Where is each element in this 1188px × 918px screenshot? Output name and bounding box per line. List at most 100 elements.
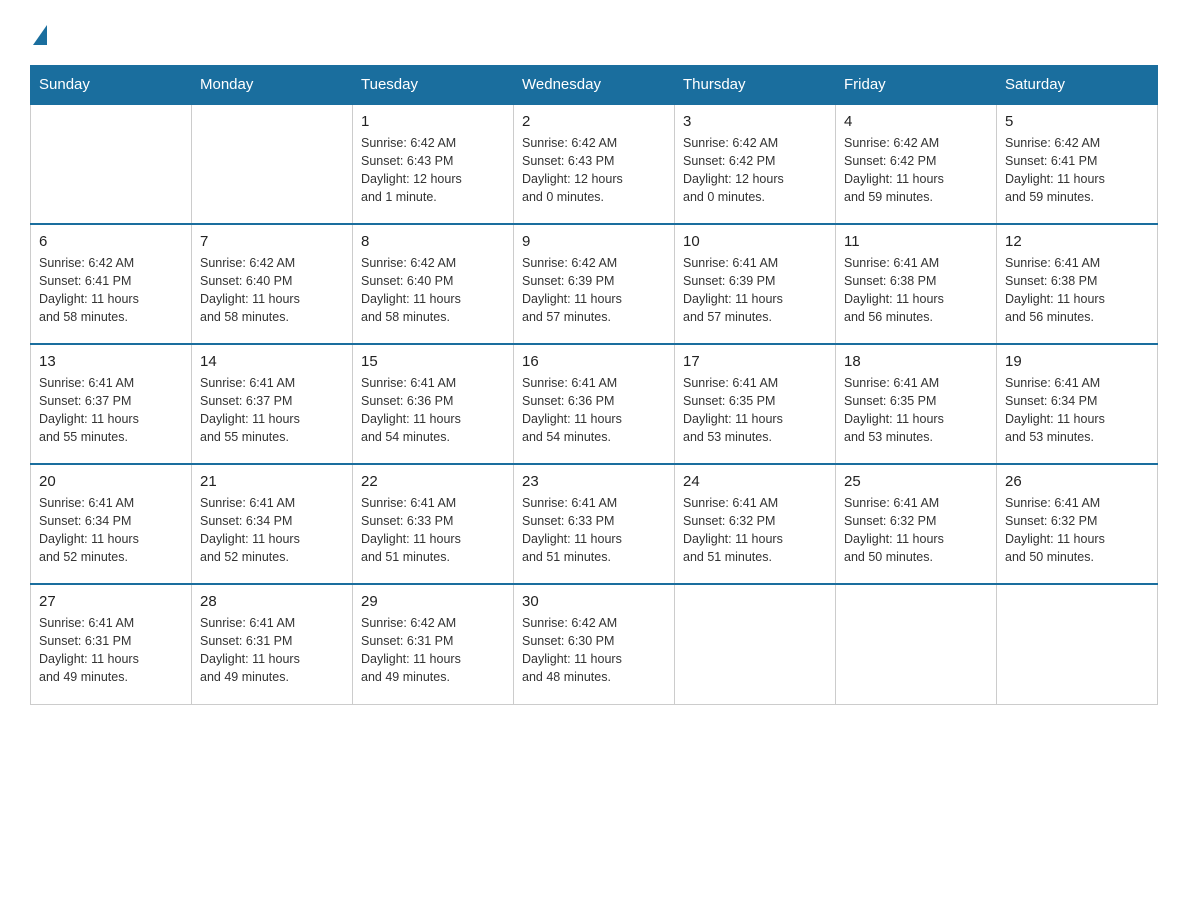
- day-number: 1: [361, 113, 505, 130]
- day-number: 17: [683, 353, 827, 370]
- calendar-cell: 25Sunrise: 6:41 AM Sunset: 6:32 PM Dayli…: [836, 464, 997, 584]
- day-info: Sunrise: 6:42 AM Sunset: 6:40 PM Dayligh…: [200, 254, 344, 327]
- calendar-week-row: 20 Sunrise: 6:41 AM Sunset: 6:34 PM Dayli…: [31, 464, 1158, 584]
- day-info: Sunrise: 6:41 AM Sunset: 6:34 PM Dayligh…: [39, 494, 183, 567]
- day-of-week-header: Saturday: [997, 66, 1158, 105]
- day-info: Sunrise: 6:41 AM Sunset: 6:35 PM Dayligh…: [844, 374, 988, 447]
- calendar-cell: 26 Sunrise: 6:41 AM Sunset: 6:32 PM Dayli…: [997, 464, 1158, 584]
- calendar-cell: 2 Sunrise: 6:42 AM Sunset: 6:43 PM Daylig…: [514, 104, 675, 224]
- calendar-cell: 1 Sunrise: 6:42 AM Sunset: 6:43 PM Daylig…: [353, 104, 514, 224]
- logo: [30, 20, 47, 45]
- day-number: 25: [844, 473, 988, 490]
- day-number: 29: [361, 593, 505, 610]
- page-header: [30, 20, 1158, 45]
- calendar-cell: 27 Sunrise: 6:41 AM Sunset: 6:31 PM Dayli…: [31, 584, 192, 704]
- day-info: Sunrise: 6:42 AM Sunset: 6:43 PM Dayligh…: [522, 134, 666, 207]
- calendar-cell: 11 Sunrise: 6:41 AM Sunset: 6:38 PM Dayli…: [836, 224, 997, 344]
- day-number: 23: [522, 473, 666, 490]
- day-info: Sunrise: 6:42 AM Sunset: 6:39 PM Dayligh…: [522, 254, 666, 327]
- day-number: 5: [1005, 113, 1149, 130]
- day-number: 13: [39, 353, 183, 370]
- day-info: Sunrise: 6:41 AM Sunset: 6:33 PM Dayligh…: [361, 494, 505, 567]
- calendar-cell: 7 Sunrise: 6:42 AM Sunset: 6:40 PM Daylig…: [192, 224, 353, 344]
- calendar-cell: [997, 584, 1158, 704]
- calendar-cell: 18 Sunrise: 6:41 AM Sunset: 6:35 PM Dayli…: [836, 344, 997, 464]
- day-info: Sunrise: 6:41 AM Sunset: 6:39 PM Dayligh…: [683, 254, 827, 327]
- day-number: 21: [200, 473, 344, 490]
- day-info: Sunrise: 6:42 AM Sunset: 6:41 PM Dayligh…: [1005, 134, 1149, 207]
- day-info: Sunrise: 6:42 AM Sunset: 6:40 PM Dayligh…: [361, 254, 505, 327]
- day-info: Sunrise: 6:42 AM Sunset: 6:30 PM Dayligh…: [522, 614, 666, 687]
- day-number: 22: [361, 473, 505, 490]
- calendar-cell: 21 Sunrise: 6:41 AM Sunset: 6:34 PM Dayli…: [192, 464, 353, 584]
- calendar-week-row: 1 Sunrise: 6:42 AM Sunset: 6:43 PM Daylig…: [31, 104, 1158, 224]
- calendar-cell: 23 Sunrise: 6:41 AM Sunset: 6:33 PM Dayli…: [514, 464, 675, 584]
- calendar-cell: 15 Sunrise: 6:41 AM Sunset: 6:36 PM Dayli…: [353, 344, 514, 464]
- logo-triangle-icon: [33, 25, 47, 45]
- calendar-cell: [836, 584, 997, 704]
- day-number: 10: [683, 233, 827, 250]
- day-of-week-header: Monday: [192, 66, 353, 105]
- day-number: 4: [844, 113, 988, 130]
- day-number: 11: [844, 233, 988, 250]
- day-number: 27: [39, 593, 183, 610]
- calendar-cell: 5 Sunrise: 6:42 AM Sunset: 6:41 PM Daylig…: [997, 104, 1158, 224]
- day-of-week-header: Friday: [836, 66, 997, 105]
- calendar-table: SundayMondayTuesdayWednesdayThursdayFrid…: [30, 65, 1158, 705]
- day-number: 20: [39, 473, 183, 490]
- day-number: 3: [683, 113, 827, 130]
- day-info: Sunrise: 6:41 AM Sunset: 6:38 PM Dayligh…: [844, 254, 988, 327]
- day-info: Sunrise: 6:41 AM Sunset: 6:38 PM Dayligh…: [1005, 254, 1149, 327]
- calendar-cell: 28 Sunrise: 6:41 AM Sunset: 6:31 PM Dayli…: [192, 584, 353, 704]
- calendar-cell: 22 Sunrise: 6:41 AM Sunset: 6:33 PM Dayli…: [353, 464, 514, 584]
- calendar-cell: [31, 104, 192, 224]
- calendar-cell: 13Sunrise: 6:41 AM Sunset: 6:37 PM Dayli…: [31, 344, 192, 464]
- calendar-week-row: 27 Sunrise: 6:41 AM Sunset: 6:31 PM Dayli…: [31, 584, 1158, 704]
- calendar-cell: 24Sunrise: 6:41 AM Sunset: 6:32 PM Dayli…: [675, 464, 836, 584]
- day-of-week-header: Tuesday: [353, 66, 514, 105]
- day-info: Sunrise: 6:42 AM Sunset: 6:42 PM Dayligh…: [844, 134, 988, 207]
- day-number: 26: [1005, 473, 1149, 490]
- day-info: Sunrise: 6:41 AM Sunset: 6:31 PM Dayligh…: [200, 614, 344, 687]
- day-of-week-header: Thursday: [675, 66, 836, 105]
- calendar-cell: [192, 104, 353, 224]
- day-info: Sunrise: 6:42 AM Sunset: 6:43 PM Dayligh…: [361, 134, 505, 207]
- calendar-cell: 19Sunrise: 6:41 AM Sunset: 6:34 PM Dayli…: [997, 344, 1158, 464]
- calendar-cell: 14Sunrise: 6:41 AM Sunset: 6:37 PM Dayli…: [192, 344, 353, 464]
- day-number: 7: [200, 233, 344, 250]
- day-number: 28: [200, 593, 344, 610]
- day-info: Sunrise: 6:42 AM Sunset: 6:41 PM Dayligh…: [39, 254, 183, 327]
- day-number: 15: [361, 353, 505, 370]
- calendar-cell: [675, 584, 836, 704]
- day-info: Sunrise: 6:41 AM Sunset: 6:35 PM Dayligh…: [683, 374, 827, 447]
- day-number: 6: [39, 233, 183, 250]
- calendar-header-row: SundayMondayTuesdayWednesdayThursdayFrid…: [31, 66, 1158, 105]
- day-number: 12: [1005, 233, 1149, 250]
- calendar-cell: 12 Sunrise: 6:41 AM Sunset: 6:38 PM Dayli…: [997, 224, 1158, 344]
- calendar-cell: 29 Sunrise: 6:42 AM Sunset: 6:31 PM Dayli…: [353, 584, 514, 704]
- day-info: Sunrise: 6:42 AM Sunset: 6:31 PM Dayligh…: [361, 614, 505, 687]
- day-info: Sunrise: 6:41 AM Sunset: 6:34 PM Dayligh…: [200, 494, 344, 567]
- day-number: 24: [683, 473, 827, 490]
- day-info: Sunrise: 6:42 AM Sunset: 6:42 PM Dayligh…: [683, 134, 827, 207]
- calendar-cell: 30 Sunrise: 6:42 AM Sunset: 6:30 PM Dayli…: [514, 584, 675, 704]
- calendar-cell: 3 Sunrise: 6:42 AM Sunset: 6:42 PM Daylig…: [675, 104, 836, 224]
- day-number: 18: [844, 353, 988, 370]
- day-info: Sunrise: 6:41 AM Sunset: 6:32 PM Dayligh…: [1005, 494, 1149, 567]
- day-info: Sunrise: 6:41 AM Sunset: 6:33 PM Dayligh…: [522, 494, 666, 567]
- calendar-cell: 20 Sunrise: 6:41 AM Sunset: 6:34 PM Dayli…: [31, 464, 192, 584]
- day-number: 16: [522, 353, 666, 370]
- day-of-week-header: Sunday: [31, 66, 192, 105]
- calendar-week-row: 6 Sunrise: 6:42 AM Sunset: 6:41 PM Daylig…: [31, 224, 1158, 344]
- calendar-cell: 4 Sunrise: 6:42 AM Sunset: 6:42 PM Daylig…: [836, 104, 997, 224]
- day-info: Sunrise: 6:41 AM Sunset: 6:36 PM Dayligh…: [522, 374, 666, 447]
- day-number: 8: [361, 233, 505, 250]
- calendar-cell: 9Sunrise: 6:42 AM Sunset: 6:39 PM Daylig…: [514, 224, 675, 344]
- day-number: 30: [522, 593, 666, 610]
- calendar-cell: 6 Sunrise: 6:42 AM Sunset: 6:41 PM Daylig…: [31, 224, 192, 344]
- day-info: Sunrise: 6:41 AM Sunset: 6:36 PM Dayligh…: [361, 374, 505, 447]
- day-number: 14: [200, 353, 344, 370]
- calendar-cell: 17 Sunrise: 6:41 AM Sunset: 6:35 PM Dayli…: [675, 344, 836, 464]
- day-number: 2: [522, 113, 666, 130]
- day-info: Sunrise: 6:41 AM Sunset: 6:31 PM Dayligh…: [39, 614, 183, 687]
